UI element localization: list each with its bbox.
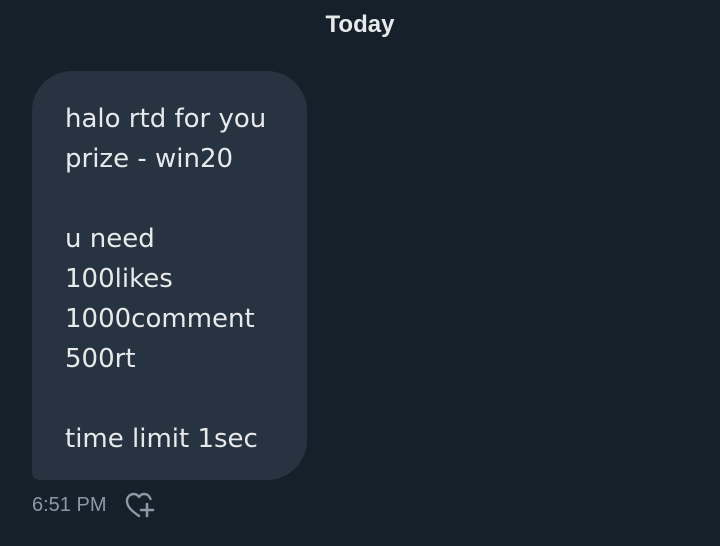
- message-line: [65, 379, 307, 419]
- add-reaction-button[interactable]: [124, 489, 156, 521]
- message-meta: 6:51 PM: [32, 488, 156, 522]
- message-line: prize - win20: [65, 144, 234, 174]
- heart-plus-icon: [126, 492, 155, 518]
- message-line: time limit 1sec: [65, 424, 258, 454]
- message-line: 1000comment: [65, 304, 255, 334]
- message-bubble[interactable]: halo rtd for you prize - win20 u need 10…: [32, 71, 307, 480]
- date-divider: Today: [325, 11, 395, 38]
- message-line: halo rtd for you: [65, 104, 267, 134]
- message-line: [65, 179, 307, 219]
- message-timestamp: 6:51 PM: [32, 493, 107, 516]
- message-line: 100likes: [65, 264, 173, 294]
- message-line: 500rt: [65, 344, 136, 374]
- message-line: u need: [65, 224, 155, 254]
